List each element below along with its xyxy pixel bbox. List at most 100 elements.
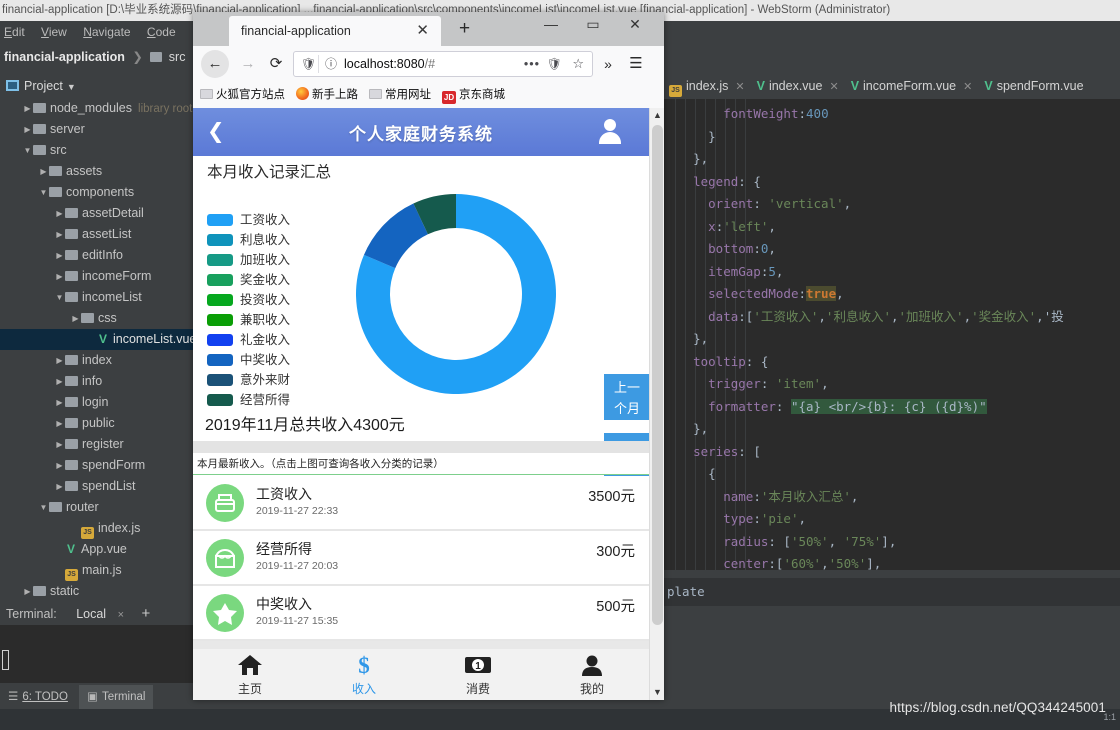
tree-item-public[interactable]: ▶public [0,413,196,434]
close-icon[interactable]: ✕ [735,81,744,93]
tab-home[interactable]: 主页 [193,653,307,697]
user-avatar-icon[interactable] [597,118,623,144]
breadcrumb-project[interactable]: financial-application [4,50,125,64]
tree-item-register[interactable]: ▶register [0,434,196,455]
chevron-right-icon[interactable]: ▶ [54,476,65,497]
editor-tab-spendform-vue[interactable]: VspendForm.vue [978,73,1089,99]
chevron-down-icon[interactable]: ▼ [54,287,65,308]
tree-item-router[interactable]: ▼router [0,497,196,518]
project-tree[interactable]: ▶node_moduleslibrary root▶server▼src▶ass… [0,98,196,603]
code-editor[interactable]: fontWeight:400 } }, legend: { orient: 'v… [663,99,1120,584]
chevron-right-icon[interactable]: ▶ [54,392,65,413]
browser-tab-strip[interactable]: financial-application ✕ + —▭✕ [193,12,664,46]
bookmarks-bar[interactable]: 火狐官方站点新手上路常用网址JD京东商城 [193,82,664,108]
tree-item-assetdetail[interactable]: ▶assetDetail [0,203,196,224]
tree-item-index[interactable]: ▶index [0,350,196,371]
tree-item-css[interactable]: ▶css [0,308,196,329]
add-terminal-icon[interactable]: + [142,605,151,622]
terminal-tab-local[interactable]: Local [76,607,106,621]
back-button[interactable]: ← [201,50,229,78]
close-icon[interactable]: ✕ [829,81,838,93]
legend-item-0[interactable]: 工资收入 [207,210,332,230]
bookmark-firefox-icon[interactable]: 新手上路 [296,82,358,108]
prev-month-button[interactable]: 上一 个月 [604,374,650,420]
chevron-right-icon[interactable]: ▶ [54,203,65,224]
legend-item-6[interactable]: 礼金收入 [207,330,332,350]
chevron-right-icon[interactable]: ▶ [54,245,65,266]
tree-item-node-modules[interactable]: ▶node_moduleslibrary root [0,98,196,119]
chevron-down-icon[interactable]: ▼ [67,82,76,92]
bookmark-folder-icon[interactable]: 火狐官方站点 [200,82,285,108]
code-text[interactable]: fontWeight:400 } }, legend: { orient: 'v… [663,99,1120,584]
chevron-right-icon[interactable]: ▶ [38,161,49,182]
breadcrumb-folder[interactable]: src [169,50,186,64]
tab-person[interactable]: 我的 [535,653,649,697]
income-list-item[interactable]: 工资收入2019-11-27 22:333500元 [193,476,649,531]
legend-item-7[interactable]: 中奖收入 [207,350,332,370]
close-window-button[interactable]: ✕ [614,16,656,33]
bottom-tab-bar[interactable]: 主页$收入1消费我的 [193,648,649,700]
legend-item-5[interactable]: 兼职收入 [207,310,332,330]
tree-item-assets[interactable]: ▶assets [0,161,196,182]
chevron-right-icon[interactable]: ▶ [54,350,65,371]
editor-tab-index-js[interactable]: JSindex.js✕ [663,73,751,99]
terminal-tool-bar[interactable]: Terminal: Local × + [0,603,196,625]
tree-item-static[interactable]: ▶static [0,581,196,602]
minimize-button[interactable]: — [530,16,572,32]
tree-item-editinfo[interactable]: ▶editInfo [0,245,196,266]
menu-item-navigate[interactable]: Navigate [83,21,130,43]
overflow-chevrons-icon[interactable]: » [597,50,619,78]
scroll-up-icon[interactable]: ▲ [650,108,664,123]
shield-icon[interactable]: 🛡 [301,52,316,76]
reload-button[interactable]: ⟳ [263,50,289,78]
tree-item-server[interactable]: ▶server [0,119,196,140]
editor-tab-index-vue[interactable]: Vindex.vue✕ [751,73,845,99]
tree-item-incomeform[interactable]: ▶incomeForm [0,266,196,287]
chevron-right-icon[interactable]: ▶ [22,119,33,140]
tree-item-main-js[interactable]: JSmain.js [0,560,196,581]
income-list-item[interactable]: 经营所得2019-11-27 20:03300元 [193,531,649,586]
status-todo[interactable]: ☰6: TODO [0,685,76,709]
chevron-right-icon[interactable]: ▶ [22,98,33,119]
page-actions-icon[interactable]: ••• [524,52,540,76]
income-list[interactable]: 工资收入2019-11-27 22:333500元经营所得2019-11-27 … [193,476,649,641]
chevron-right-icon[interactable]: ▶ [54,455,65,476]
chart-legend[interactable]: 工资收入利息收入加班收入奖金收入投资收入兼职收入礼金收入中奖收入意外来财经营所得 [207,210,332,410]
tree-item-src[interactable]: ▼src [0,140,196,161]
bookmark-jd[interactable]: JD京东商城 [442,82,505,108]
chevron-down-icon[interactable]: ▼ [38,182,49,203]
chevron-right-icon[interactable]: ▶ [54,266,65,287]
editor-tab-strip[interactable]: JSindex.js✕Vindex.vue✕VincomeForm.vue✕Vs… [663,73,1120,99]
tree-item-index-js[interactable]: JSindex.js [0,518,196,539]
income-list-item[interactable]: 中奖收入2019-11-27 15:35500元 [193,586,649,641]
close-icon[interactable]: × [118,609,124,621]
window-controls[interactable]: —▭✕ [530,16,656,33]
url-bar[interactable]: 🛡 ⓘ localhost:8080/# ••• 🛡 ☆ [293,51,593,77]
page-scrollbar[interactable]: ▲ ▼ [649,108,664,700]
chevron-down-icon[interactable]: ▼ [22,140,33,161]
tree-item-spendlist[interactable]: ▶spendList [0,476,196,497]
project-tool-window-header[interactable]: Project▼ [0,73,196,99]
forward-button[interactable]: → [235,50,261,78]
status-terminal[interactable]: ▣Terminal [79,685,153,709]
tab-dollar[interactable]: $收入 [307,653,421,697]
donut-chart[interactable] [351,186,601,401]
star-icon[interactable]: ☆ [572,52,584,76]
tree-item-info[interactable]: ▶info [0,371,196,392]
chevron-right-icon[interactable]: ▶ [54,224,65,245]
donut-svg[interactable] [351,186,601,401]
chevron-right-icon[interactable]: ▶ [54,413,65,434]
legend-item-1[interactable]: 利息收入 [207,230,332,250]
hamburger-menu-icon[interactable]: ☰ [623,50,649,78]
tree-item-login[interactable]: ▶login [0,392,196,413]
pocket-icon[interactable]: 🛡 [547,52,562,76]
browser-navigation-bar[interactable]: ← → ⟳ 🛡 ⓘ localhost:8080/# ••• 🛡 ☆ » ☰ [193,46,664,82]
legend-item-3[interactable]: 奖金收入 [207,270,332,290]
terminal-output[interactable] [0,625,196,683]
close-icon[interactable]: ✕ [416,16,429,46]
chevron-right-icon[interactable]: ▶ [70,308,81,329]
tree-item-incomelist-vue[interactable]: VincomeList.vue [0,329,196,350]
legend-item-2[interactable]: 加班收入 [207,250,332,270]
tree-item-incomelist[interactable]: ▼incomeList [0,287,196,308]
chevron-down-icon[interactable]: ▼ [38,497,49,518]
